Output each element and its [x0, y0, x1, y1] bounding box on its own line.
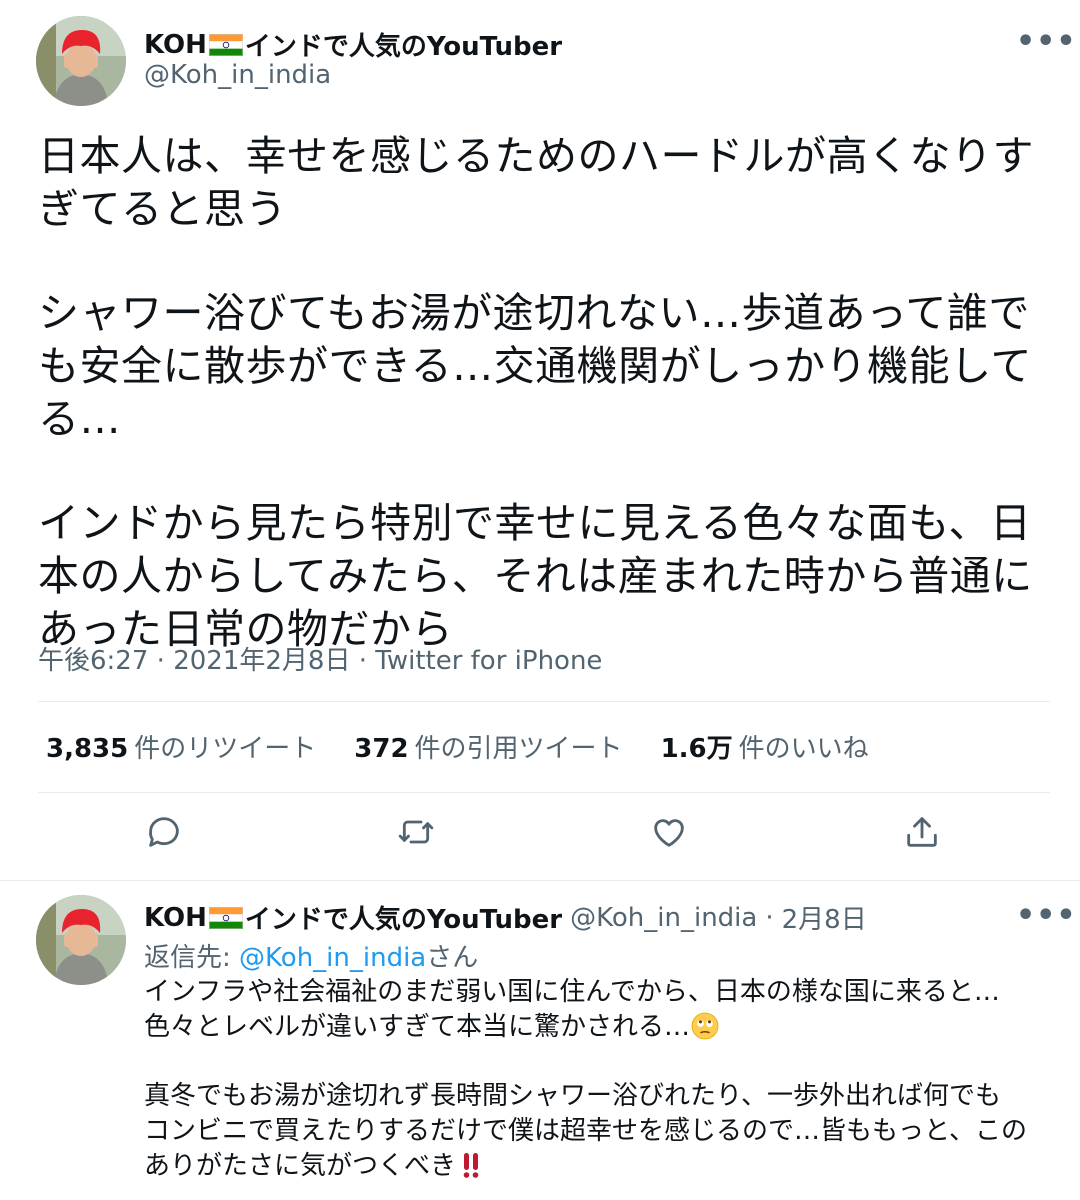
- india-flag-icon: [208, 33, 243, 56]
- share-icon[interactable]: [902, 812, 942, 852]
- tweet-time[interactable]: 午後6:27: [38, 646, 148, 676]
- author-handle[interactable]: @Koh_in_india: [144, 60, 331, 90]
- replying-to-prefix: 返信先:: [144, 943, 240, 973]
- author-name-row[interactable]: KOH インドで人気のYouTuber: [144, 26, 562, 63]
- reply-date[interactable]: 2月8日: [782, 899, 867, 936]
- quotes-stat[interactable]: 372 件の引用ツイート: [354, 728, 622, 765]
- meta-separator: ·: [765, 902, 774, 933]
- reply-author-display-name[interactable]: KOH: [144, 903, 207, 933]
- reply-paragraph: 真冬でもお湯が途切れず長時間シャワー浴びれたり、一歩外出れば何でも コンビニで買…: [144, 1079, 1064, 1184]
- replying-to: 返信先: @Koh_in_indiaさん: [144, 937, 478, 974]
- reply-author-display-name-suffix[interactable]: インドで人気のYouTuber: [245, 899, 562, 936]
- like-icon[interactable]: [649, 812, 689, 852]
- reply-text: インフラや社会福祉のまだ弱い国に住んでから、日本の様な国に来ると… 色々とレベル…: [144, 975, 1064, 1184]
- tweet-paragraph: 日本人は、幸せを感じるためのハードルが高くなりすぎてると思う: [38, 132, 1034, 233]
- reply-line: ありがたさに気がつくべき: [144, 1151, 457, 1181]
- meta-separator: ·: [156, 646, 165, 676]
- india-flag-icon: [208, 906, 243, 929]
- user-avatar[interactable]: [36, 16, 126, 106]
- likes-label: 件のいいね: [738, 734, 869, 764]
- tweet-source[interactable]: Twitter for iPhone: [375, 646, 602, 676]
- retweets-count: 3,835: [46, 734, 129, 764]
- tweet-paragraph: シャワー浴びてもお湯が途切れない…歩道あって誰でも安全に散歩ができる…交通機関が…: [38, 289, 1032, 443]
- likes-stat[interactable]: 1.6万 件のいいね: [661, 728, 869, 765]
- replying-to-handle-link[interactable]: @Koh_in_india: [239, 943, 426, 973]
- divider: [38, 701, 1050, 702]
- reply-user-avatar[interactable]: [36, 895, 126, 985]
- reply-author-row[interactable]: KOH インドで人気のYouTuber @Koh_in_india · 2月8日: [144, 899, 867, 936]
- more-options-icon[interactable]: •••: [1016, 24, 1077, 59]
- retweet-icon[interactable]: [396, 812, 436, 852]
- tweet-actions: [0, 812, 1080, 862]
- reply-line: コンビニで買えたりするだけで僕は超幸せを感じるので…皆ももっと、この: [144, 1116, 1027, 1146]
- double-exclamation-emoji: [463, 1153, 479, 1178]
- face-with-rolling-eyes-emoji: [691, 1012, 719, 1040]
- tweet-text: 日本人は、幸せを感じるためのハードルが高くなりすぎてると思う シャワー浴びてもお…: [38, 130, 1058, 656]
- reply-author-handle[interactable]: @Koh_in_india: [570, 903, 757, 933]
- quotes-count: 372: [354, 734, 409, 764]
- reply-line: 真冬でもお湯が途切れず長時間シャワー浴びれたり、一歩外出れば何でも: [144, 1081, 1001, 1111]
- likes-count: 1.6万: [660, 734, 733, 764]
- reply-line: インフラや社会福祉のまだ弱い国に住んでから、日本の様な国に来ると…: [144, 977, 1000, 1007]
- reply-line: 色々とレベルが違いすぎて本当に驚かされる…: [144, 1012, 691, 1042]
- reply-icon[interactable]: [144, 812, 184, 852]
- author-display-name[interactable]: KOH: [144, 30, 207, 60]
- retweets-stat[interactable]: 3,835 件のリツイート: [46, 728, 316, 765]
- divider: [38, 792, 1050, 793]
- tweet-meta: 午後6:27 · 2021年2月8日 · Twitter for iPhone: [38, 640, 602, 677]
- tweet-separator: [0, 880, 1080, 881]
- reply-paragraph: インフラや社会福祉のまだ弱い国に住んでから、日本の様な国に来ると… 色々とレベル…: [144, 975, 1064, 1045]
- replying-to-suffix: さん: [426, 943, 479, 973]
- tweet-paragraph: インドから見たら特別で幸せに見える色々な面も、日本の人からしてみたら、それは産ま…: [38, 499, 1033, 653]
- meta-separator: ·: [358, 646, 367, 676]
- retweets-label: 件のリツイート: [134, 734, 317, 764]
- tweet-date[interactable]: 2021年2月8日: [173, 646, 350, 676]
- tweet-stats: 3,835 件のリツイート 372 件の引用ツイート 1.6万 件のいいね: [46, 728, 907, 765]
- author-display-name-suffix[interactable]: インドで人気のYouTuber: [245, 26, 562, 63]
- reply-more-options-icon[interactable]: •••: [1016, 898, 1077, 933]
- quotes-label: 件の引用ツイート: [414, 734, 623, 764]
